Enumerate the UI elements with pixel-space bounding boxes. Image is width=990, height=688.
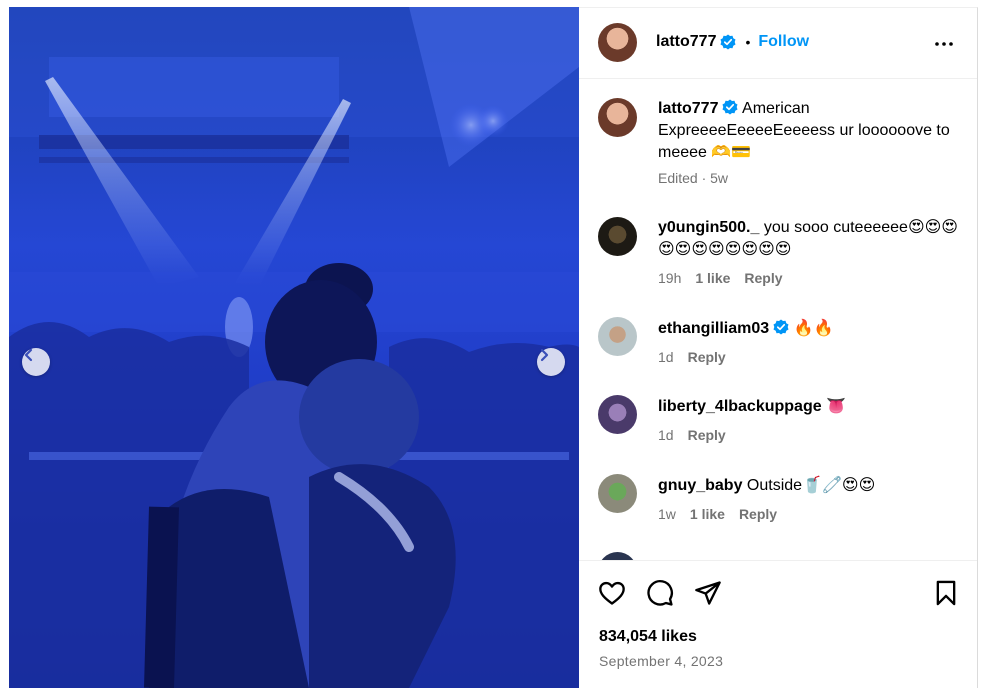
caption-author-avatar[interactable] [598, 98, 637, 137]
reply-button[interactable]: Reply [688, 427, 726, 443]
caption-edited-time: Edited · 5w [658, 170, 729, 186]
verified-badge-icon [773, 319, 789, 335]
comment-age: 1d [658, 349, 674, 365]
post-actions: 834,054 likes September 4, 2023 [579, 560, 977, 688]
comments-list: latto777 American ExpreeeeEeeeeEeeeess u… [579, 80, 977, 560]
concert-photo-illustration [9, 7, 579, 688]
comment-icon[interactable] [646, 579, 674, 607]
comment: y0ungin500._ you sooo cuteeeeee😍😍😍😍😍😍😍😍😍… [658, 217, 958, 261]
more-options-icon[interactable] [932, 32, 956, 56]
comment-avatar[interactable] [598, 317, 637, 356]
comment-meta: 1d Reply [658, 349, 726, 365]
comment-text: 🔥🔥 [793, 320, 834, 337]
next-photo-button[interactable] [537, 348, 565, 376]
post-sidebar: latto777 • Follow latto777 American Expr… [579, 7, 978, 688]
author-row: latto777 • Follow [656, 33, 809, 51]
comment-avatar[interactable] [598, 474, 637, 513]
comment-likes[interactable]: 1 like [695, 270, 730, 286]
chevron-right-icon [540, 348, 549, 362]
comment-likes[interactable]: 1 like [690, 506, 725, 522]
comment-username[interactable]: y0ungin500._ [658, 219, 759, 236]
heart-icon[interactable] [598, 579, 626, 607]
comment: liberty_4lbackuppage 👅 [658, 396, 958, 418]
reply-button[interactable]: Reply [739, 506, 777, 522]
comment-age: 19h [658, 270, 682, 286]
verified-badge-icon [722, 99, 738, 115]
comment-age: 1w [658, 506, 676, 522]
comment-meta: 19h 1 like Reply [658, 270, 783, 286]
comment: gnuy_baby Outside🥤🧷😍😍 [658, 475, 958, 497]
comment-text: 👅 [826, 398, 846, 415]
follow-button[interactable]: Follow [758, 33, 809, 51]
comment-avatar[interactable] [598, 217, 637, 256]
comment-avatar[interactable] [598, 552, 637, 560]
verified-badge-icon [720, 34, 736, 50]
reply-button[interactable]: Reply [688, 349, 726, 365]
caption-author-username[interactable]: latto777 [658, 100, 718, 117]
post-header: latto777 • Follow [579, 8, 977, 79]
reply-button[interactable]: Reply [744, 270, 782, 286]
comment-text: Outside🥤🧷😍😍 [746, 477, 876, 494]
share-icon[interactable] [694, 579, 722, 607]
comment-age: 1d [658, 427, 674, 443]
chevron-left-icon [24, 348, 33, 362]
comment-meta: 1w 1 like Reply [658, 506, 777, 522]
comment-avatar[interactable] [598, 395, 637, 434]
post-photo[interactable] [9, 7, 579, 688]
likes-count[interactable]: 834,054 likes [599, 628, 697, 646]
caption: latto777 American ExpreeeeEeeeeEeeeess u… [658, 98, 958, 164]
comment-username[interactable]: gnuy_baby [658, 477, 742, 494]
header-separator: • [745, 34, 751, 50]
comment-meta: 1d Reply [658, 427, 726, 443]
previous-photo-button[interactable] [22, 348, 50, 376]
comment-username[interactable]: ethangilliam03 [658, 320, 769, 337]
comment-username[interactable]: liberty_4lbackuppage [658, 398, 822, 415]
author-avatar[interactable] [598, 23, 637, 62]
comment: ethangilliam03 🔥🔥 [658, 318, 958, 340]
bookmark-icon[interactable] [932, 579, 960, 607]
post-date[interactable]: September 4, 2023 [599, 653, 723, 669]
caption-meta: Edited · 5w [658, 170, 728, 186]
author-username[interactable]: latto777 [656, 33, 716, 51]
